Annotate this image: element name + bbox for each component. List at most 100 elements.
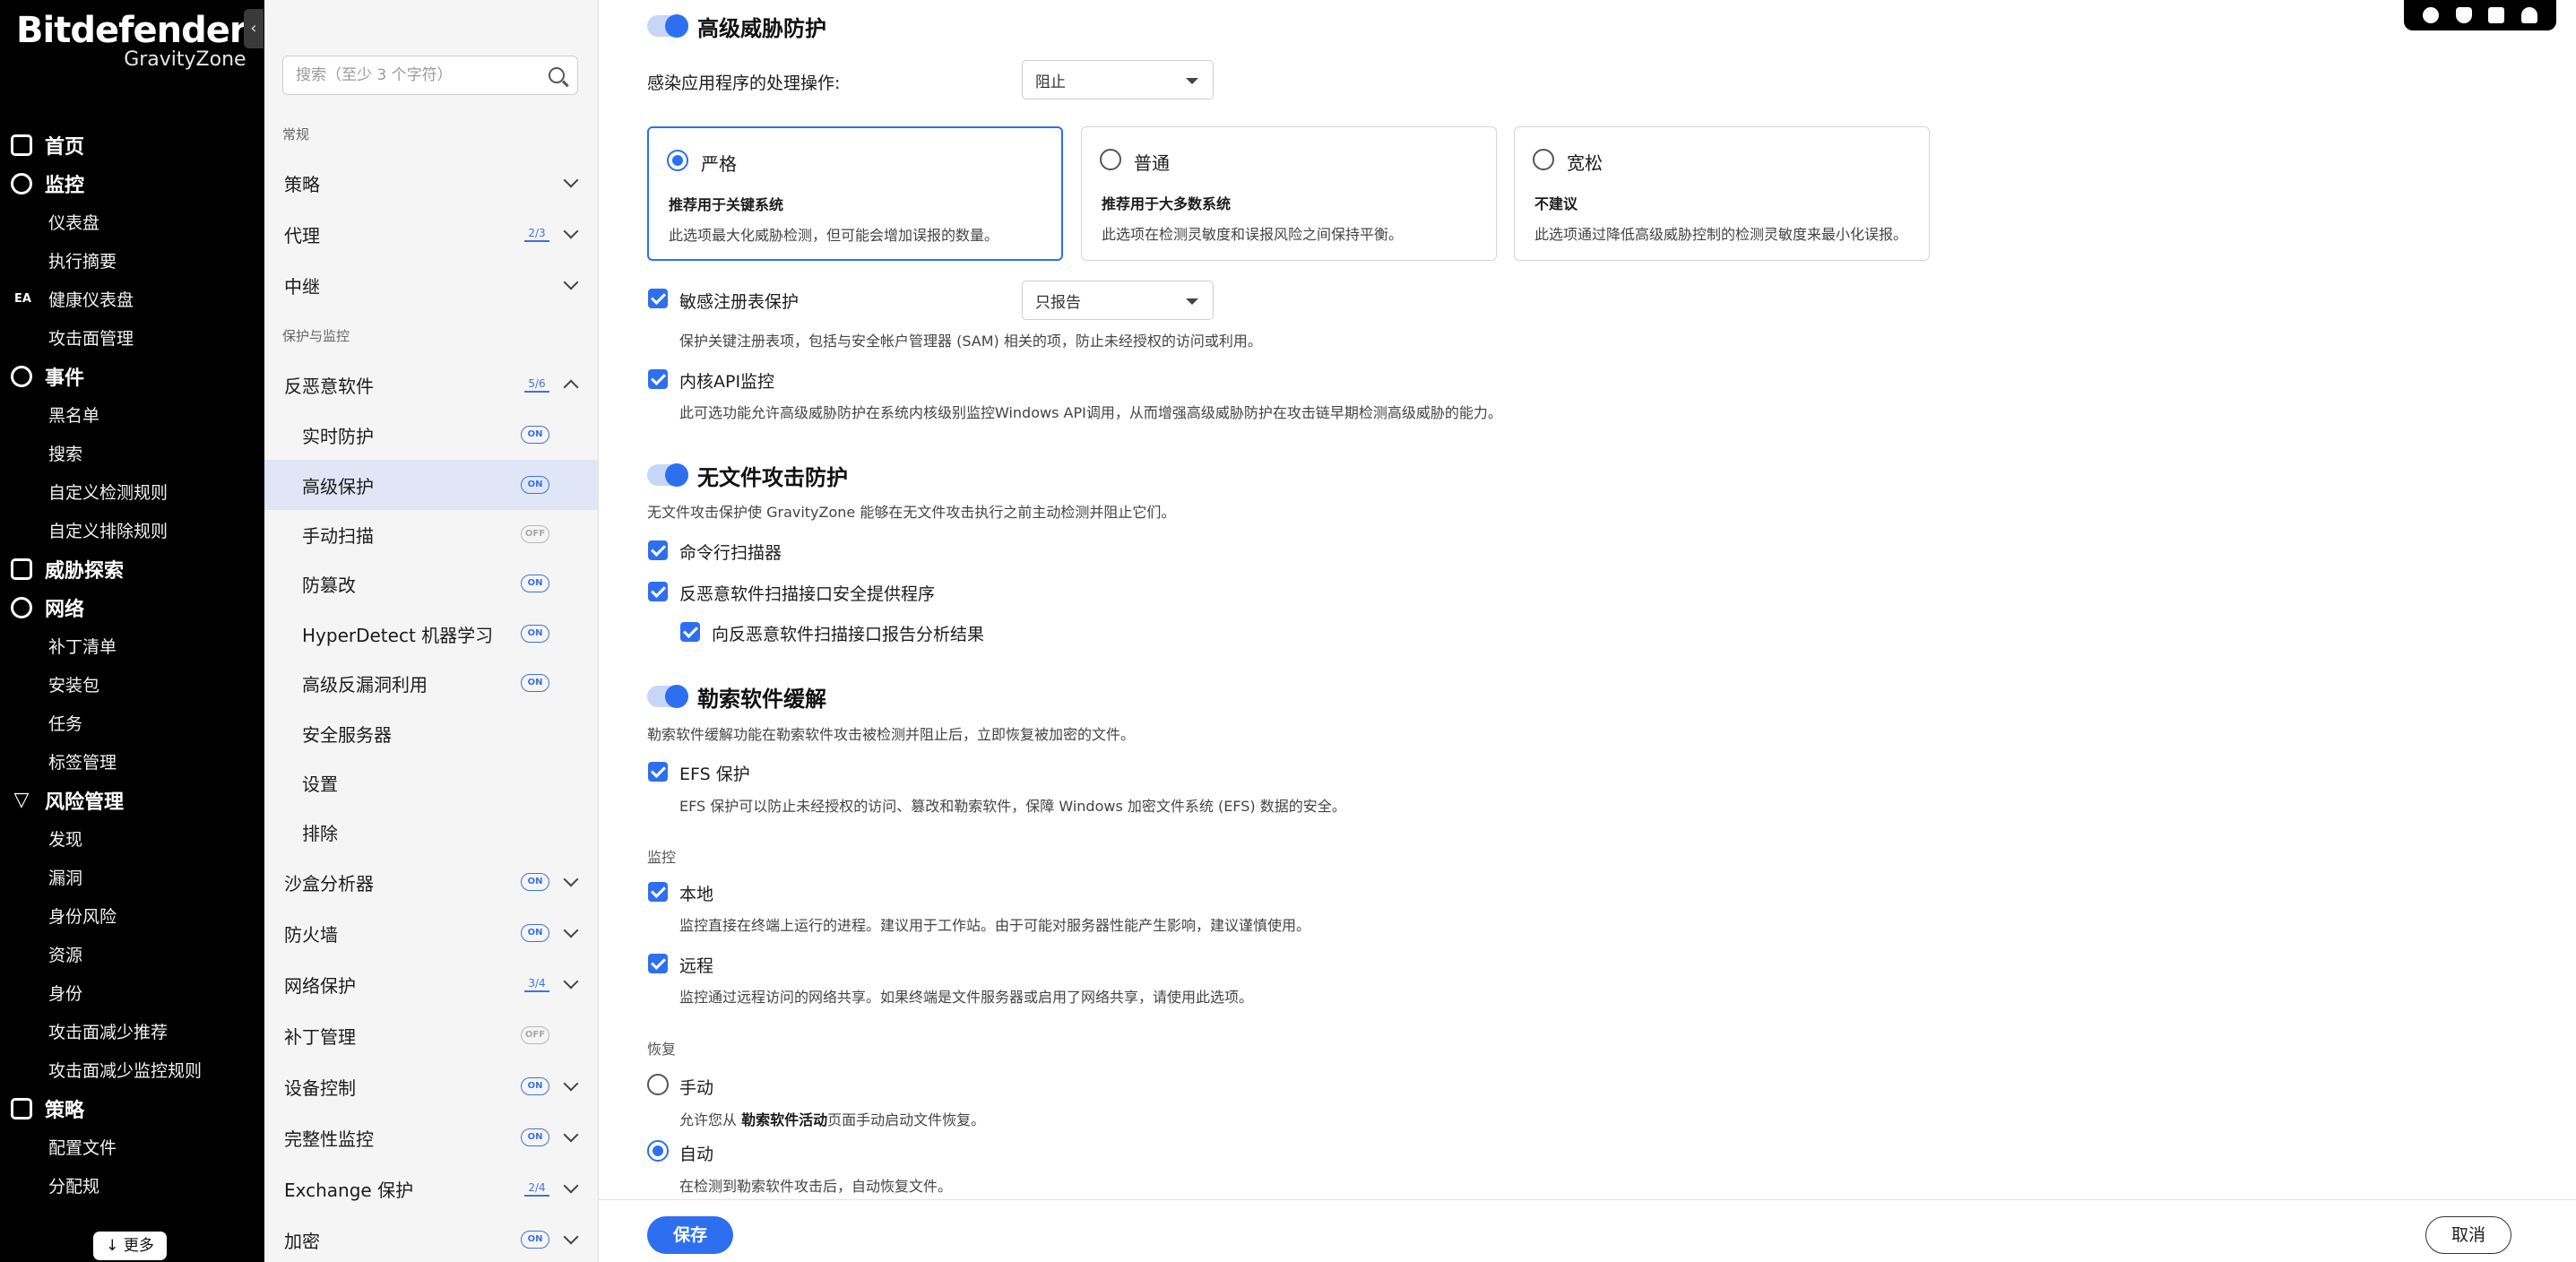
nav-group-threat-hunting[interactable]: 威胁探索 <box>0 549 264 588</box>
shield-icon[interactable] <box>2455 7 2472 23</box>
nav-item-tag-management[interactable]: 标签管理 <box>0 742 264 781</box>
nav-group-label: 首页 <box>45 135 85 159</box>
nav-item-dashboard[interactable]: 仪表盘 <box>0 203 264 241</box>
registry-protection-checkbox[interactable] <box>648 289 668 308</box>
cmdline-scanner-checkbox[interactable] <box>648 540 668 560</box>
search-icon[interactable] <box>549 67 565 83</box>
ransomware-activity-link[interactable]: 勒索软件活动 <box>741 1111 827 1128</box>
save-button[interactable]: 保存 <box>647 1216 733 1254</box>
nav-group-incidents[interactable]: 事件 <box>0 357 264 395</box>
nav-group-policies[interactable]: 策略 <box>0 1089 264 1128</box>
subnav-item-encryption[interactable]: 加密 ON <box>264 1214 598 1262</box>
nav-item-asr-monitoring-rules[interactable]: 攻击面减少监控规则 <box>0 1050 264 1089</box>
ransomware-toggle[interactable] <box>647 685 688 708</box>
collapse-nav-button[interactable]: ‹ <box>244 9 264 48</box>
level-card-normal[interactable]: 普通 推荐用于大多数系统 此选项在检测灵敏度和误报风险之间保持平衡。 <box>1081 126 1497 261</box>
fileless-toggle[interactable] <box>647 463 688 487</box>
nav-item-tasks[interactable]: 任务 <box>0 704 264 742</box>
local-monitoring-checkbox[interactable] <box>648 882 668 902</box>
cmdline-scanner-label: 命令行扫描器 <box>679 543 782 563</box>
target-icon <box>11 172 32 194</box>
nav-item-identities[interactable]: 身份 <box>0 973 264 1012</box>
subnav-item-firewall[interactable]: 防火墙 ON <box>264 908 598 958</box>
subnav-item-meta: ON <box>521 575 576 592</box>
nav-item-asr-recommendations[interactable]: 攻击面减少推荐 <box>0 1012 264 1050</box>
subnav-item-on-demand[interactable]: 手动扫描 OFF <box>264 509 598 559</box>
subnav-item-settings[interactable]: 设置 <box>264 757 598 808</box>
nav-group-home[interactable]: 首页 <box>0 125 264 164</box>
nav-item-executive-summary[interactable]: 执行摘要 <box>0 241 264 280</box>
radio-aggressive[interactable] <box>667 150 688 171</box>
subnav-item-advanced-protection[interactable]: 高级保护 ON <box>264 460 598 510</box>
amsi-provider-checkbox[interactable] <box>648 582 668 601</box>
notifications-bell-icon[interactable] <box>2520 7 2537 23</box>
nav-item-identity-risks[interactable]: 身份风险 <box>0 896 264 935</box>
gift-icon[interactable] <box>2488 7 2505 23</box>
registry-protection-desc: 保护关键注册表项，包括与安全帐户管理器 (SAM) 相关的项，防止未经授权的访问… <box>679 333 1262 350</box>
nav-group-network[interactable]: 网络 <box>0 588 264 627</box>
subnav-item-exchange-protection[interactable]: Exchange 保护 2/4 <box>264 1163 598 1214</box>
nav-item-findings[interactable]: 发现 <box>0 819 264 858</box>
auto-recovery-radio[interactable] <box>647 1140 669 1162</box>
more-button[interactable]: ↓ 更多 <box>93 1232 167 1260</box>
cancel-button[interactable]: 取消 <box>2425 1216 2511 1254</box>
nav-item-health-dashboard[interactable]: EA 健康仪表盘 <box>0 280 264 318</box>
subnav-item-patch-management[interactable]: 补丁管理 OFF <box>264 1010 598 1060</box>
subnav-item-policy[interactable]: 策略 <box>264 158 598 208</box>
subnav-item-meta: OFF <box>521 525 576 543</box>
subnav-item-network-protection[interactable]: 网络保护 3/4 <box>264 959 598 1009</box>
section-search[interactable] <box>282 56 578 95</box>
subnav-item-hyperdetect[interactable]: HyperDetect 机器学习 ON <box>264 609 598 659</box>
nav-item-custom-exclusion-rules[interactable]: 自定义排除规则 <box>0 511 264 549</box>
subnav-item-device-control[interactable]: 设备控制 ON <box>264 1061 598 1111</box>
radio-normal[interactable] <box>1100 149 1121 170</box>
subnav-item-advanced-anti-exploit[interactable]: 高级反漏洞利用 ON <box>264 658 598 708</box>
nav-group-label: 事件 <box>45 367 85 390</box>
manual-recovery-radio[interactable] <box>647 1074 669 1095</box>
user-account-icon[interactable] <box>2423 7 2440 23</box>
subnav-item-on-access[interactable]: 实时防护 ON <box>264 410 598 460</box>
subnav-item-security-servers[interactable]: 安全服务器 <box>264 708 598 758</box>
nav-group-monitoring[interactable]: 监控 <box>0 164 264 203</box>
nav-item-blocklist[interactable]: 黑名单 <box>0 395 264 434</box>
radio-permissive[interactable] <box>1533 149 1554 170</box>
subnav-item-antimalware[interactable]: 反恶意软件 5/6 <box>264 359 598 410</box>
nav-item-vulnerabilities[interactable]: 漏洞 <box>0 858 264 896</box>
status-pill: ON <box>521 1128 549 1146</box>
level-card-permissive[interactable]: 宽松 不建议 此选项通过降低高级威胁控制的检测灵敏度来最小化误报。 <box>1514 126 1930 261</box>
atp-toggle[interactable] <box>647 14 688 38</box>
infected-action-select[interactable]: 阻止 <box>1022 60 1214 99</box>
nav-item-resources[interactable]: 资源 <box>0 935 264 973</box>
nav-item-label: 发现 <box>48 830 83 850</box>
remote-monitoring-checkbox[interactable] <box>648 954 668 973</box>
nav-item-search[interactable]: 搜索 <box>0 434 264 472</box>
subnav-item-integrity-monitoring[interactable]: 完整性监控 ON <box>264 1112 598 1163</box>
section-search-input[interactable] <box>296 66 549 84</box>
subnav-item-label: 手动扫描 <box>302 524 374 547</box>
amsi-report-checkbox[interactable] <box>680 622 700 642</box>
nav-item-packages[interactable]: 安装包 <box>0 665 264 704</box>
nav-group-label: 网络 <box>45 598 85 621</box>
nav-item-attack-surface[interactable]: 攻击面管理 <box>0 318 264 357</box>
registry-action-select[interactable]: 只报告 <box>1022 281 1214 320</box>
brand-logo[interactable]: Bitdefender GravityZone <box>16 9 247 71</box>
nav-item-patch-inventory[interactable]: 补丁清单 <box>0 627 264 665</box>
efs-protection-checkbox[interactable] <box>648 762 668 782</box>
nav-item-profiles[interactable]: 配置文件 <box>0 1128 264 1166</box>
nav-item-assignment-rules[interactable]: 分配规 <box>0 1166 264 1205</box>
subnav-item-anti-tampering[interactable]: 防篡改 ON <box>264 558 598 609</box>
subnav-item-relay[interactable]: 中继 <box>264 260 598 310</box>
ea-badge: EA <box>14 292 31 306</box>
top-toolbar <box>2404 0 2556 30</box>
subnav-item-label: Exchange 保护 <box>284 1179 414 1201</box>
subnav-item-label: 加密 <box>284 1230 320 1252</box>
level-card-aggressive[interactable]: 严格 推荐用于关键系统 此选项最大化威胁检测，但可能会增加误报的数量。 <box>647 126 1063 261</box>
nav-item-custom-detection-rules[interactable]: 自定义检测规则 <box>0 472 264 511</box>
subnav-item-agent[interactable]: 代理 2/3 <box>264 209 598 259</box>
nav-group-risk-management[interactable]: ▽ 风险管理 <box>0 781 264 819</box>
kernel-api-checkbox[interactable] <box>648 369 668 389</box>
subnav-item-exclusions[interactable]: 排除 <box>264 807 598 857</box>
nav-group-label: 风险管理 <box>45 791 125 814</box>
subnav-item-sandbox-analyzer[interactable]: 沙盒分析器 ON <box>264 857 598 907</box>
caret-down-icon <box>1186 298 1198 305</box>
